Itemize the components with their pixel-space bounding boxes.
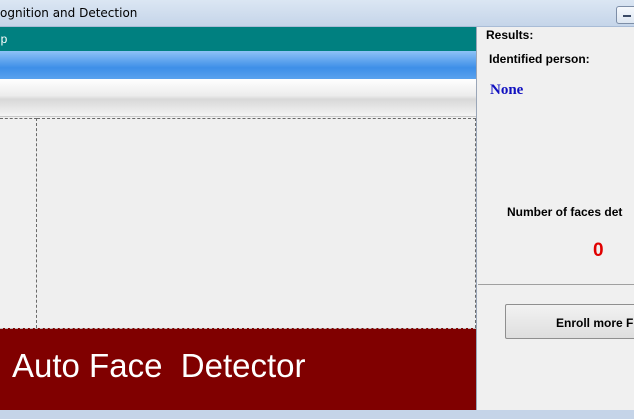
banner-title: Auto Face Detector (12, 347, 306, 384)
window-bottom-border (0, 410, 634, 419)
identified-person-label: Identified person: (489, 52, 590, 66)
menu-bar: lp (0, 27, 476, 51)
side-panel (0, 118, 37, 328)
enroll-more-faces-button[interactable]: Enroll more F (505, 304, 634, 339)
title-bar: ognition and Detection (0, 0, 634, 27)
identified-person-value: None (490, 82, 524, 98)
minimize-icon (623, 15, 631, 17)
app-banner: Auto Face Detector (0, 328, 476, 410)
results-group-label: Results: (486, 28, 534, 42)
header-band (0, 51, 476, 79)
faces-detected-count: 0 (593, 240, 604, 261)
window-title: ognition and Detection (0, 6, 138, 20)
menu-item-help[interactable]: lp (0, 32, 7, 46)
minimize-button[interactable] (616, 6, 634, 24)
video-display-panel (37, 118, 476, 328)
enroll-button-label: Enroll more F (556, 316, 634, 330)
faces-detected-label: Number of faces det (507, 205, 623, 219)
toolbar (0, 79, 476, 117)
